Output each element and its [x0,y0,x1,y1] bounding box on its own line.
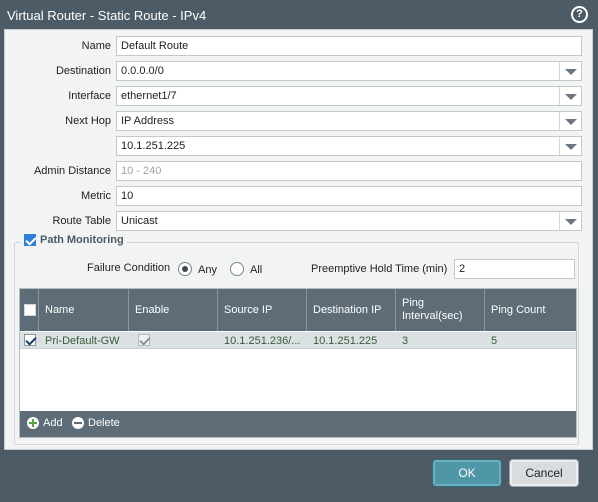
path-monitor-table: Name Enable Source IP Destination IP Pin… [19,288,577,438]
admin-distance-placeholder: 10 - 240 [121,165,162,177]
cell-name[interactable]: Pri-Default-GW [45,335,127,347]
col-ping-interval[interactable]: Ping Interval(sec) [396,289,485,331]
dialog-body: Name Default Route Destination 0.0.0.0/0… [4,29,593,450]
hold-time-label: Preemptive Hold Time (min) [311,263,448,275]
chevron-down-icon[interactable] [559,137,581,155]
chevron-down-icon[interactable] [559,87,581,105]
header-select-all[interactable] [20,289,39,331]
path-monitoring-label: Path Monitoring [40,234,124,246]
admin-distance-label: Admin Distance [33,165,111,177]
next-hop-label: Next Hop [65,115,111,127]
next-hop-select[interactable]: IP Address [116,111,582,131]
col-name[interactable]: Name [39,289,129,331]
interface-label: Interface [68,90,111,102]
add-label: Add [43,417,63,429]
next-hop-value: IP Address [121,115,174,127]
name-input[interactable]: Default Route [116,36,582,56]
radio-any-label: Any [198,264,217,276]
route-table-label: Route Table [52,215,111,227]
destination-select[interactable]: 0.0.0.0/0 [116,61,582,81]
chevron-down-icon[interactable] [559,212,581,230]
cell-source-ip: 10.1.251.236/... [224,335,301,347]
table-footer: Add Delete [20,411,576,437]
next-hop-ip-value: 10.1.251.225 [121,140,186,152]
cell-enable-checkbox [138,334,150,346]
cell-ping-count: 5 [491,335,498,347]
chevron-down-icon[interactable] [559,62,581,80]
add-icon [27,417,39,429]
table-row[interactable]: Pri-Default-GW 10.1.251.236/... 10.1.251… [20,332,576,349]
cancel-button[interactable]: Cancel [509,459,579,487]
delete-button[interactable]: Delete [72,417,120,429]
col-source-ip[interactable]: Source IP [218,289,307,331]
delete-label: Delete [88,417,120,429]
table-header: Name Enable Source IP Destination IP Pin… [20,289,576,331]
cell-destination-ip: 10.1.251.225 [313,335,378,347]
chevron-down-icon[interactable] [559,112,581,130]
select-all-checkbox[interactable] [24,304,36,316]
cell-ping-interval: 3 [402,335,409,347]
metric-label: Metric [81,190,111,202]
metric-input[interactable]: 10 [116,186,582,206]
row-checkbox[interactable] [24,334,36,346]
route-table-select[interactable]: Unicast [116,211,582,231]
hold-time-input[interactable]: 2 [454,259,575,279]
dialog-title: Virtual Router - Static Route - IPv4 [7,8,207,23]
failure-condition-label: Failure Condition [87,262,171,274]
col-ping-count[interactable]: Ping Count [485,289,576,331]
add-button[interactable]: Add [27,417,63,429]
next-hop-ip-select[interactable]: 10.1.251.225 [116,136,582,156]
interface-select[interactable]: ethernet1/7 [116,86,582,106]
path-monitoring-checkbox[interactable] [24,234,36,246]
col-enable[interactable]: Enable [129,289,218,331]
title-bar: Virtual Router - Static Route - IPv4 ? [0,0,598,30]
name-label: Name [81,40,111,52]
col-destination-ip[interactable]: Destination IP [307,289,396,331]
route-table-value: Unicast [121,215,158,227]
radio-all-label: All [250,264,263,276]
path-monitoring-group: Path Monitoring Failure Condition Any Al… [14,234,579,445]
destination-value: 0.0.0.0/0 [121,65,164,77]
admin-distance-input[interactable]: 10 - 240 [116,161,582,181]
destination-label: Destination [55,65,111,77]
ok-button[interactable]: OK [432,459,502,487]
interface-value: ethernet1/7 [121,90,177,102]
radio-all[interactable] [230,262,244,276]
static-route-dialog: Virtual Router - Static Route - IPv4 ? N… [0,0,598,502]
minus-icon [72,417,84,429]
help-icon[interactable]: ? [571,6,588,23]
path-monitoring-header: Path Monitoring [21,234,127,246]
radio-any[interactable] [178,262,192,276]
